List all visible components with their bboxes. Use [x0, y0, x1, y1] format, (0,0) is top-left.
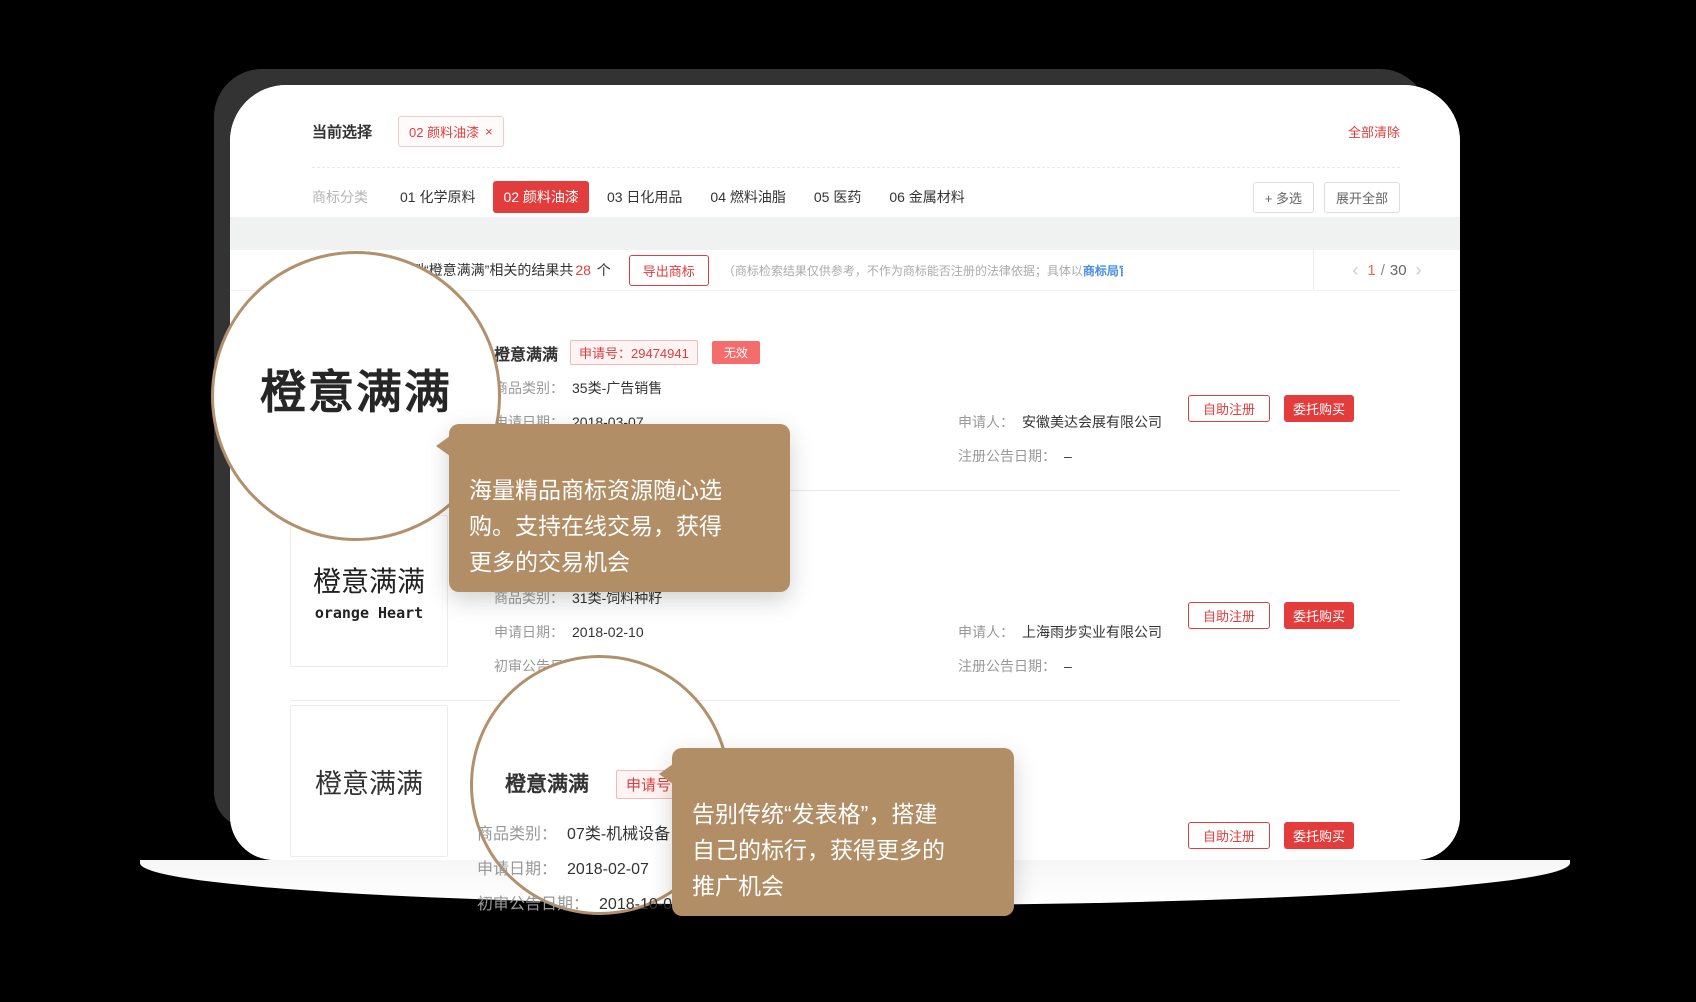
field-label: 商品类别：	[477, 826, 557, 843]
tooltip-promotion: 告别传统“发表格”，搭建 自己的标行，获得更多的 推广机会	[672, 748, 1014, 916]
application-number-tag: 申请号：29474941	[570, 340, 698, 365]
tab-paint-selected[interactable]: 02 颜料油漆	[493, 181, 588, 213]
trademark-image-3[interactable]: 橙意满满	[290, 705, 448, 857]
field-value: –	[1064, 448, 1072, 464]
clear-all-button[interactable]: 全部清除	[1348, 122, 1400, 141]
total-pages: 30	[1390, 262, 1407, 279]
tooltip-text: 海量精品商标资源随心选 购。支持在线交易，获得 更多的交易机会	[469, 477, 722, 575]
current-page: 1	[1367, 262, 1375, 279]
field-label: 商品类别：	[494, 590, 564, 606]
tab-metal[interactable]: 06 金属材料	[879, 181, 974, 213]
export-trademarks-button[interactable]: 导出商标	[629, 255, 709, 286]
prev-page-icon[interactable]: ‹	[1343, 260, 1367, 281]
field-label: 申请日期：	[494, 624, 564, 640]
expand-all-button[interactable]: 展开全部	[1324, 182, 1400, 213]
page-background: 当前选择 02 颜料油漆 × 全部清除 商标分类 01 化学原料 02 颜料油漆…	[0, 0, 1696, 1002]
tooltip-arrow-left-icon	[659, 764, 673, 784]
magnified-trademark-text: 橙意满满	[260, 356, 452, 422]
field-label: 申请日期：	[477, 861, 557, 878]
field-label: 商品类别：	[494, 380, 564, 396]
magnified-publication-field: 初审公告日期： 2018-10-06	[477, 890, 681, 914]
current-selection-row: 当前选择 02 颜料油漆 × 全部清除	[312, 115, 1400, 147]
tooltip-text: 告别传统“发表格”，搭建 自己的标行，获得更多的 推广机会	[692, 801, 945, 899]
field-value: 35类-广告销售	[572, 380, 662, 396]
current-selection-label: 当前选择	[312, 121, 372, 142]
field-value: 2018-02-10	[572, 624, 644, 640]
disclaimer-prefix: （商标检索结果仅供参考，不作为商标能否注册的法律依据；具体以	[723, 264, 1083, 278]
dashed-divider	[312, 167, 1400, 168]
page-separator: /	[1381, 262, 1385, 279]
category-bar-label: 商标分类	[312, 187, 368, 207]
field-label: 注册公告日期：	[958, 448, 1056, 464]
next-page-icon[interactable]: ›	[1407, 260, 1431, 281]
results-disclaimer: （商标检索结果仅供参考，不作为商标能否注册的法律依据；具体以商标局官网查询为准。…	[723, 262, 1123, 279]
tooltip-marketplace: 海量精品商标资源随心选 购。支持在线交易，获得 更多的交易机会	[449, 424, 790, 592]
self-register-button[interactable]: 自助注册	[1188, 602, 1270, 629]
field-label: 申请人：	[958, 414, 1014, 430]
field-value: 2018-10-06	[599, 896, 681, 913]
trademark-name[interactable]: 橙意满满	[494, 341, 558, 365]
selected-filter-tag[interactable]: 02 颜料油漆 ×	[398, 116, 504, 147]
row-title-line: 橙意满满 申请号：29474941 无效	[494, 340, 760, 365]
category-field: 商品类别： 35类-广告销售	[494, 378, 662, 398]
field-value: 安徽美达会展有限公司	[1022, 414, 1162, 430]
results-count: 28	[575, 262, 591, 278]
tab-daily-chemical[interactable]: 03 日化用品	[597, 181, 692, 213]
field-value: 2018-02-07	[567, 861, 649, 878]
entrust-buy-button[interactable]: 委托购买	[1284, 602, 1354, 629]
tab-chemical[interactable]: 01 化学原料	[390, 181, 485, 213]
field-label: 注册公告日期：	[958, 658, 1056, 674]
trademark-office-link[interactable]: 商标局官网	[1083, 264, 1123, 278]
field-value: –	[1064, 658, 1072, 674]
field-value: 31类-饲料种籽	[572, 590, 662, 606]
date-applicant-field: 申请日期：2018-02-10 申请人：上海雨步实业有限公司	[494, 622, 644, 642]
magnified-category-field: 商品类别： 07类-机械设备	[477, 820, 670, 844]
multi-select-button[interactable]: + 多选	[1253, 182, 1314, 213]
tab-medicine[interactable]: 05 医药	[804, 181, 871, 213]
magnified-date-field: 申请日期： 2018-02-07	[477, 855, 649, 879]
selected-filter-tag-label: 02 颜料油漆	[409, 122, 479, 141]
tooltip-arrow-left-icon	[436, 436, 450, 456]
field-value: 07类-机械设备	[567, 826, 670, 843]
field-label: 申请人：	[958, 624, 1014, 640]
category-bar: 商标分类 01 化学原料 02 颜料油漆 03 日化用品 04 燃料油脂 05 …	[312, 179, 1400, 215]
pagination: ‹ 1 / 30 ›	[1313, 250, 1460, 290]
field-value: 上海雨步实业有限公司	[1022, 624, 1162, 640]
self-register-button[interactable]: 自助注册	[1188, 822, 1270, 849]
entrust-buy-button[interactable]: 委托购买	[1284, 822, 1354, 849]
magnified-trademark-name: 橙意满满	[505, 768, 589, 798]
filter-panel: 当前选择 02 颜料油漆 × 全部清除 商标分类 01 化学原料 02 颜料油漆…	[230, 85, 1460, 217]
tab-fuel[interactable]: 04 燃料油脂	[700, 181, 795, 213]
results-summary-suffix: 个	[593, 262, 611, 278]
row-divider	[290, 700, 1400, 701]
status-badge: 无效	[712, 341, 760, 364]
trademark-image-subtext: orange Heart	[315, 604, 423, 622]
self-register-button[interactable]: 自助注册	[1188, 395, 1270, 422]
entrust-buy-button[interactable]: 委托购买	[1284, 395, 1354, 422]
trademark-image-text: 橙意满满	[315, 762, 423, 801]
field-label: 初审公告日期：	[477, 896, 589, 913]
remove-filter-icon[interactable]: ×	[485, 124, 493, 139]
trademark-image-text: 橙意满满	[313, 560, 425, 600]
